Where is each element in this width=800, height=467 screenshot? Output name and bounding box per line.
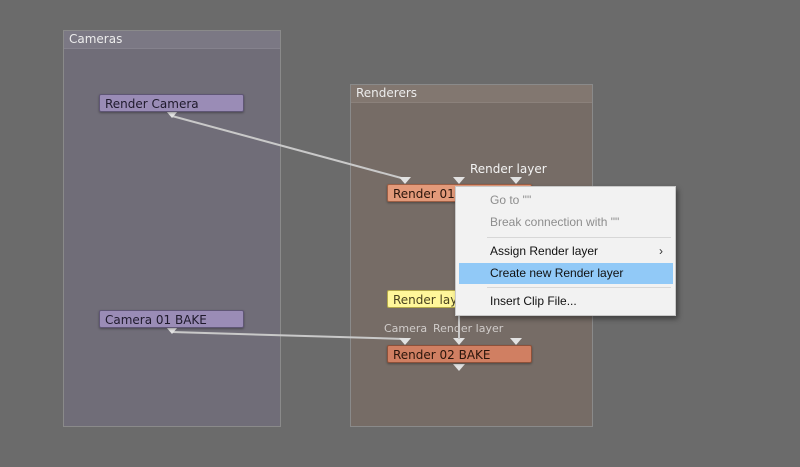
render01-render-layer-port-label: Render layer bbox=[470, 162, 547, 176]
render02-render-layer-port-label: Render layer bbox=[433, 322, 504, 335]
render-02-bake-node[interactable]: Render 02 BAKE bbox=[387, 345, 532, 363]
render-layer-node[interactable]: Render layer bbox=[387, 290, 462, 308]
menu-item-break-connection[interactable]: Break connection with "" bbox=[459, 212, 673, 233]
wire-camera-bake-to-render-02 bbox=[171, 331, 406, 340]
menu-item-create-new-render-layer[interactable]: Create new Render layer bbox=[459, 263, 673, 284]
chevron-right-icon: › bbox=[659, 244, 663, 258]
context-menu: Go to "" Break connection with "" Assign… bbox=[455, 186, 676, 316]
render02-render-layer-input-port bbox=[453, 338, 465, 345]
menu-item-assign-render-layer-label: Assign Render layer bbox=[490, 244, 599, 258]
connection-wires bbox=[166, 111, 522, 371]
render01-camera-input-port bbox=[399, 177, 411, 184]
menu-separator bbox=[487, 237, 671, 238]
menu-separator bbox=[487, 287, 671, 288]
render01-extra-input-port bbox=[510, 177, 522, 184]
render01-render-layer-input-port bbox=[453, 177, 465, 184]
render02-extra-input-port bbox=[510, 338, 522, 345]
camera-bake-node[interactable]: Camera 01 BAKE bbox=[99, 310, 244, 328]
render02-camera-input-port bbox=[399, 338, 411, 345]
wire-render-camera-to-render-01 bbox=[171, 115, 406, 180]
menu-item-assign-render-layer[interactable]: Assign Render layer › bbox=[459, 241, 673, 262]
render-camera-node[interactable]: Render Camera bbox=[99, 94, 244, 112]
render02-output-port bbox=[453, 364, 465, 371]
menu-item-insert-clip-file[interactable]: Insert Clip File... bbox=[459, 291, 673, 312]
menu-item-go-to[interactable]: Go to "" bbox=[459, 190, 673, 211]
render02-camera-port-label: Camera bbox=[384, 322, 428, 335]
